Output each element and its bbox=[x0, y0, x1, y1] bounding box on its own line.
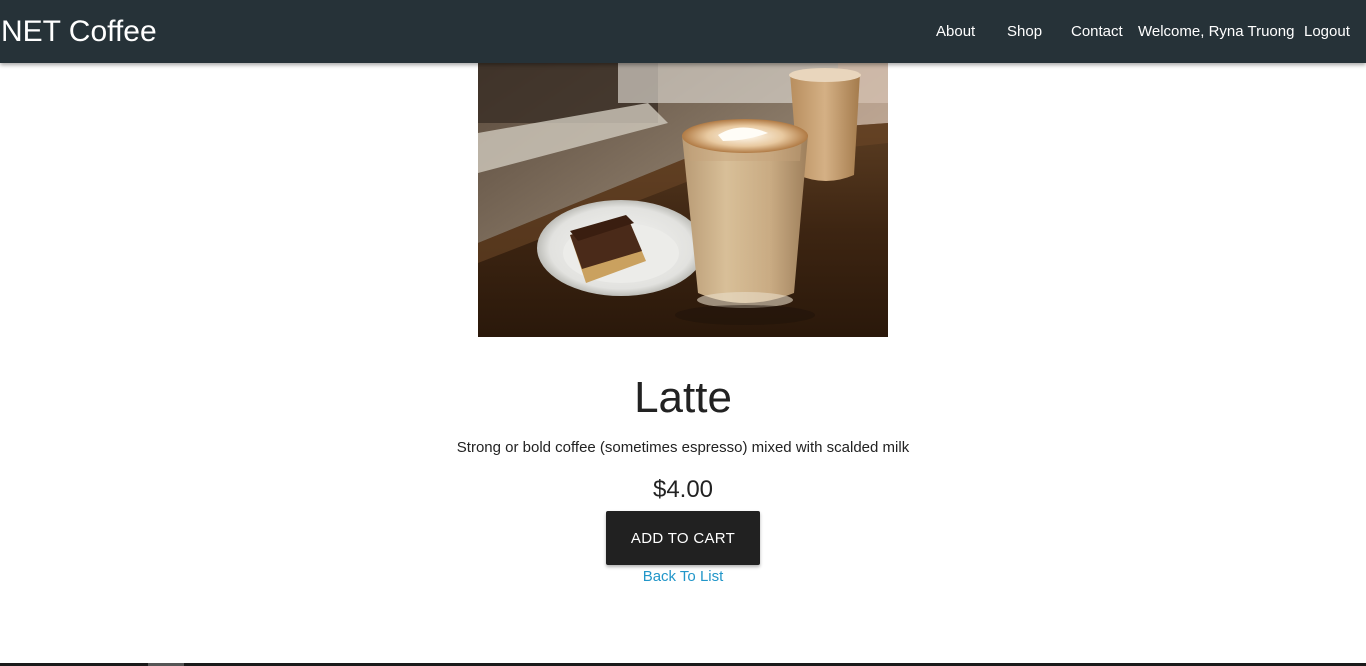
add-to-cart-button[interactable]: ADD TO CART bbox=[606, 511, 760, 565]
nav-shop-link[interactable]: Shop bbox=[1007, 21, 1042, 43]
brand-logo-link[interactable]: NET Coffee bbox=[1, 12, 157, 52]
product-image bbox=[478, 63, 888, 337]
latte-photo-illustration bbox=[478, 63, 888, 337]
nav-contact-link[interactable]: Contact bbox=[1071, 21, 1123, 43]
nav-welcome-user[interactable]: Welcome, Ryna Truong bbox=[1138, 21, 1294, 43]
product-description: Strong or bold coffee (sometimes espress… bbox=[456, 439, 910, 456]
product-price: $4.00 bbox=[652, 476, 714, 503]
nav-logout-link[interactable]: Logout bbox=[1304, 21, 1350, 43]
back-to-list-link[interactable]: Back To List bbox=[0, 567, 1366, 587]
product-title: Latte bbox=[634, 373, 732, 422]
nav-about-link[interactable]: About bbox=[936, 21, 975, 43]
top-navbar: NET Coffee About Shop Contact Welcome, R… bbox=[0, 0, 1366, 63]
